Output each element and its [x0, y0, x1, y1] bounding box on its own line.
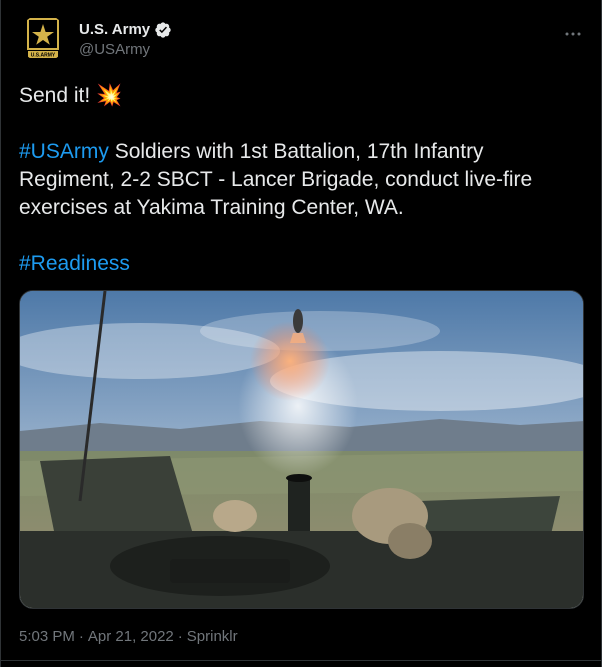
army-logo-icon: U.S.ARMY — [19, 14, 67, 62]
tweet-time[interactable]: 5:03 PM — [19, 627, 75, 647]
tweet-date[interactable]: Apr 21, 2022 — [88, 627, 174, 647]
hashtag-readiness[interactable]: #Readiness — [19, 252, 130, 275]
tweet-text: Send it! 💥 #USArmy Soldiers with 1st Bat… — [19, 82, 585, 278]
tweet-card: U.S.ARMY U.S. Army @USArmy Send it! 💥 #U… — [0, 0, 602, 667]
tweet-header: U.S.ARMY U.S. Army @USArmy — [19, 14, 585, 66]
meta-separator: · — [177, 628, 183, 645]
mortar-firing-photo — [20, 291, 583, 608]
divider — [1, 660, 601, 661]
avatar[interactable]: U.S.ARMY — [19, 14, 67, 62]
tweet-meta: 5:03 PM · Apr 21, 2022 · Sprinklr — [19, 627, 238, 647]
more-options-icon[interactable] — [561, 22, 585, 46]
display-name-row[interactable]: U.S. Army — [79, 20, 172, 40]
tweet-source[interactable]: Sprinklr — [187, 627, 238, 647]
name-block: U.S. Army @USArmy — [79, 20, 172, 60]
dots-icon — [565, 32, 581, 36]
meta-separator: · — [78, 628, 84, 645]
hashtag-usarmy[interactable]: #USArmy — [19, 140, 109, 163]
verified-badge-icon — [155, 22, 171, 38]
tweet-photo[interactable] — [19, 290, 584, 609]
tweet-line1: Send it! — [19, 84, 97, 107]
handle[interactable]: @USArmy — [79, 40, 172, 60]
svg-text:U.S.ARMY: U.S.ARMY — [31, 53, 56, 59]
explosion-emoji: 💥 — [96, 84, 123, 107]
display-name[interactable]: U.S. Army — [79, 20, 150, 40]
